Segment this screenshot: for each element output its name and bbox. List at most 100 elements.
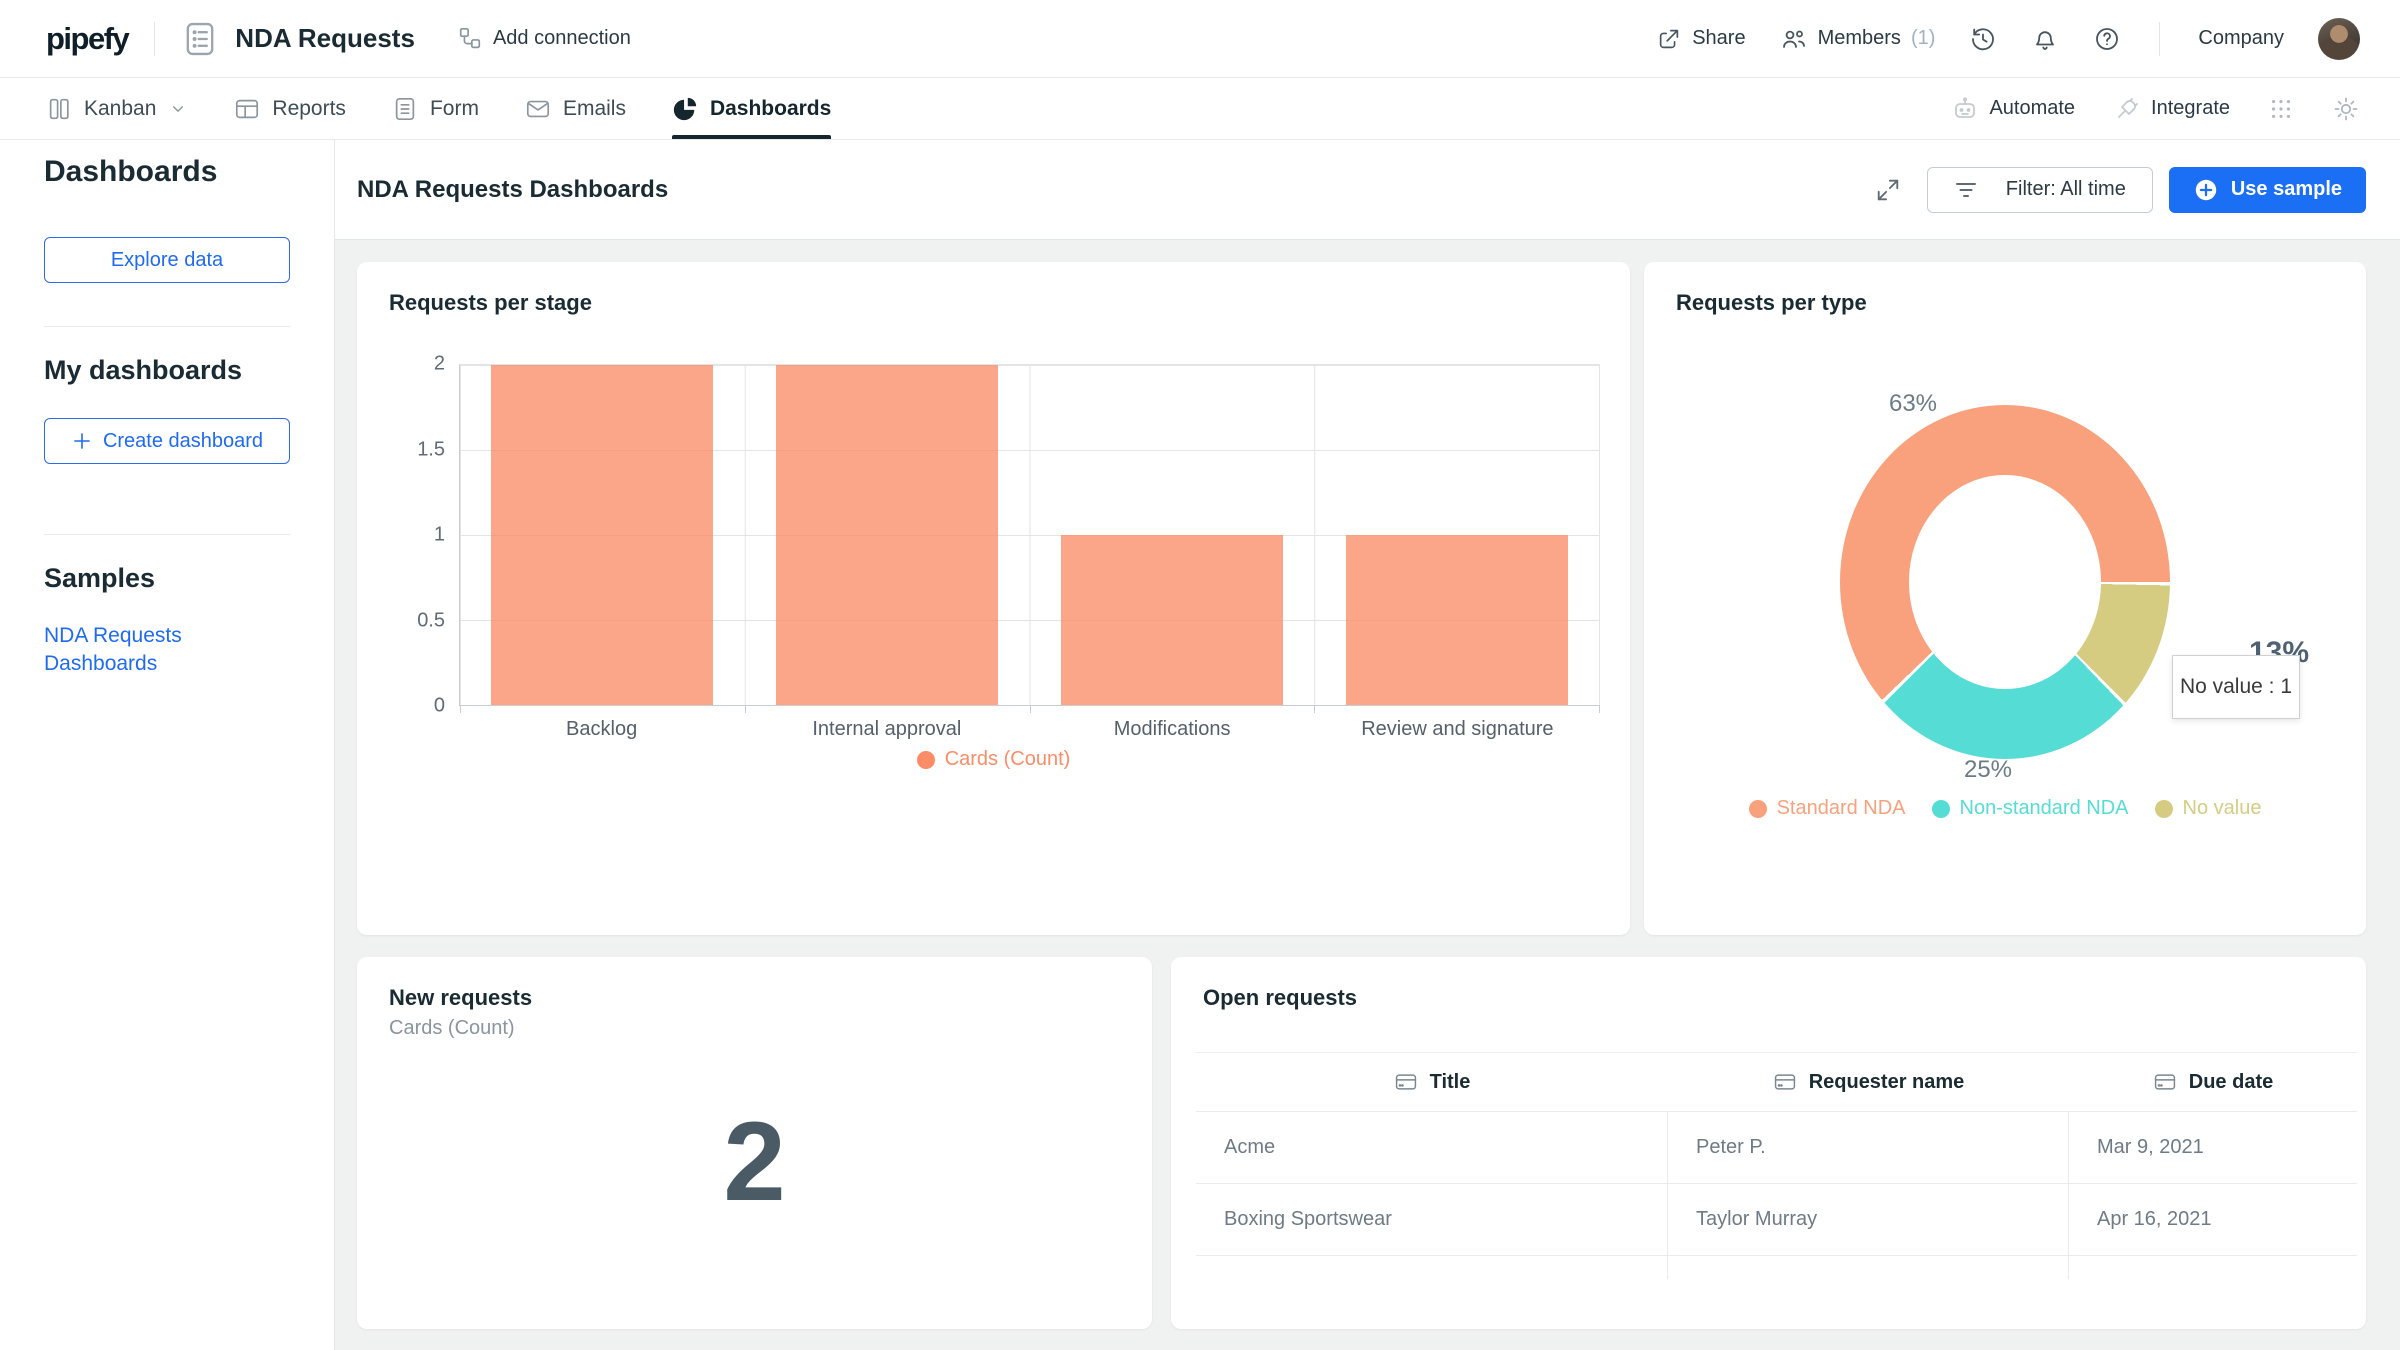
table-cell [1196, 1256, 1668, 1279]
share-icon [1656, 26, 1682, 52]
bar-review-and-signature[interactable] [1346, 535, 1568, 705]
tab-kanban[interactable]: Kanban [46, 78, 188, 139]
chevron-down-icon [168, 99, 188, 119]
help-button[interactable] [2093, 25, 2121, 53]
apps-grid-button[interactable] [2268, 96, 2294, 122]
legend-item[interactable]: No value [2155, 797, 2262, 820]
tab-dashboards[interactable]: Dashboards [672, 78, 831, 139]
donut-percent-label: 63% [1889, 390, 1937, 418]
bar-chart-legend: Cards (Count) [357, 748, 1630, 771]
integrate-button[interactable]: Integrate [2113, 95, 2230, 123]
legend-item[interactable]: Non-standard NDA [1932, 797, 2129, 820]
bar-slot [1030, 365, 1315, 705]
legend-dot [1932, 800, 1950, 818]
bar-chart-xlabels: BacklogInternal approvalModificationsRev… [459, 718, 1600, 741]
sidebar-sample-link[interactable]: NDA Requests Dashboards [44, 622, 259, 679]
members-icon [1780, 25, 1808, 53]
activity-history-button[interactable] [1969, 25, 1997, 53]
robot-icon [1951, 95, 1979, 123]
legend-item[interactable]: Standard NDA [1749, 797, 1906, 820]
dashboard-widgets: Requests per stage 00.511.52 BacklogInte… [335, 240, 2400, 1329]
table-cell: Boxing Sportswear [1196, 1184, 1668, 1255]
gear-icon [2332, 95, 2360, 123]
pipe-icon [181, 20, 219, 58]
form-icon [392, 96, 418, 122]
widget-title: New requests [389, 985, 532, 1011]
tab-label: Dashboards [710, 97, 831, 121]
divider [44, 534, 290, 535]
table-cell: Taylor Murray [1668, 1184, 2069, 1255]
kanban-icon [46, 96, 72, 122]
tab-emails[interactable]: Emails [525, 78, 626, 139]
bar-chart-plot [459, 364, 1600, 706]
tab-form[interactable]: Form [392, 78, 479, 139]
donut-tooltip: No value : 1 [2172, 655, 2300, 719]
tab-reports[interactable]: Reports [234, 78, 346, 139]
bar-internal-approval[interactable] [776, 365, 998, 705]
column-header-label: Requester name [1809, 1071, 1965, 1094]
legend-label: Non-standard NDA [1960, 797, 2129, 820]
filter-label: Filter: All time [2006, 178, 2126, 201]
fullscreen-button[interactable] [1875, 177, 1901, 203]
axis-tick [1314, 705, 1315, 713]
column-header-title[interactable]: Title [1196, 1070, 1668, 1094]
create-dashboard-button[interactable]: Create dashboard [44, 418, 290, 464]
add-connection-button[interactable]: Add connection [457, 26, 631, 52]
table-row[interactable] [1196, 1256, 2357, 1279]
column-header-requester-name[interactable]: Requester name [1668, 1070, 2069, 1094]
integrate-label: Integrate [2151, 97, 2230, 120]
bar-modifications[interactable] [1061, 535, 1283, 705]
table-row[interactable]: AcmePeter P.Mar 9, 2021 [1196, 1112, 2357, 1184]
tab-bar: Kanban Reports Form Emails [0, 78, 2400, 140]
dashboards-icon [672, 96, 698, 122]
divider [154, 22, 155, 56]
table-cell: Peter P. [1668, 1112, 2069, 1183]
sidebar-title: Dashboards [44, 155, 290, 189]
widget-title: Requests per type [1676, 290, 1867, 316]
filter-icon [1954, 178, 1978, 202]
notifications-button[interactable] [2031, 25, 2059, 53]
donut-tooltip-text: No value : 1 [2180, 675, 2292, 699]
automate-label: Automate [1989, 97, 2075, 120]
user-avatar[interactable] [2318, 18, 2360, 60]
legend-label: Cards (Count) [945, 748, 1071, 771]
my-dashboards-title: My dashboards [44, 355, 290, 386]
add-connection-label: Add connection [493, 27, 631, 50]
widget-open-requests: Open requests Title [1171, 957, 2366, 1329]
table-cell [2069, 1256, 2357, 1279]
column-header-due-date[interactable]: Due date [2069, 1070, 2357, 1094]
bar-x-label: Modifications [1030, 718, 1315, 741]
bar-chart-bars [460, 365, 1599, 705]
bar-backlog[interactable] [491, 365, 713, 705]
widget-requests-per-type: Requests per type 63%25%13% No value : 1… [1644, 262, 2366, 935]
divider [44, 326, 290, 327]
donut-chart-legend: Standard NDA Non-standard NDA No value [1644, 797, 2366, 820]
field-icon [2153, 1070, 2177, 1094]
tab-label: Kanban [84, 97, 156, 121]
legend-item[interactable]: Cards (Count) [917, 748, 1071, 771]
table-cell: Apr 16, 2021 [2069, 1184, 2357, 1255]
company-label: Company [2198, 27, 2284, 50]
history-icon [1969, 25, 1997, 53]
widget-requests-per-stage: Requests per stage 00.511.52 BacklogInte… [357, 262, 1630, 935]
explore-data-button[interactable]: Explore data [44, 237, 290, 283]
pipefy-logo[interactable]: pipefy [46, 21, 128, 57]
tab-label: Reports [272, 97, 346, 121]
widget-title: Requests per stage [389, 290, 592, 316]
axis-tick [460, 705, 461, 713]
bell-icon [2031, 25, 2059, 53]
settings-button[interactable] [2332, 95, 2360, 123]
bar-y-label: 1 [434, 524, 445, 547]
table-row[interactable]: Boxing SportswearTaylor MurrayApr 16, 20… [1196, 1184, 2357, 1256]
plus-circle-icon [2193, 177, 2219, 203]
help-icon [2093, 25, 2121, 53]
automate-button[interactable]: Automate [1951, 95, 2075, 123]
share-label: Share [1692, 27, 1745, 50]
share-button[interactable]: Share [1656, 26, 1745, 52]
use-sample-button[interactable]: Use sample [2169, 167, 2366, 213]
filter-button[interactable]: Filter: All time [1927, 167, 2153, 213]
members-button[interactable]: Members (1) [1780, 25, 1936, 53]
axis-tick [745, 705, 746, 713]
bar-y-label: 2 [434, 353, 445, 376]
field-icon [1394, 1070, 1418, 1094]
